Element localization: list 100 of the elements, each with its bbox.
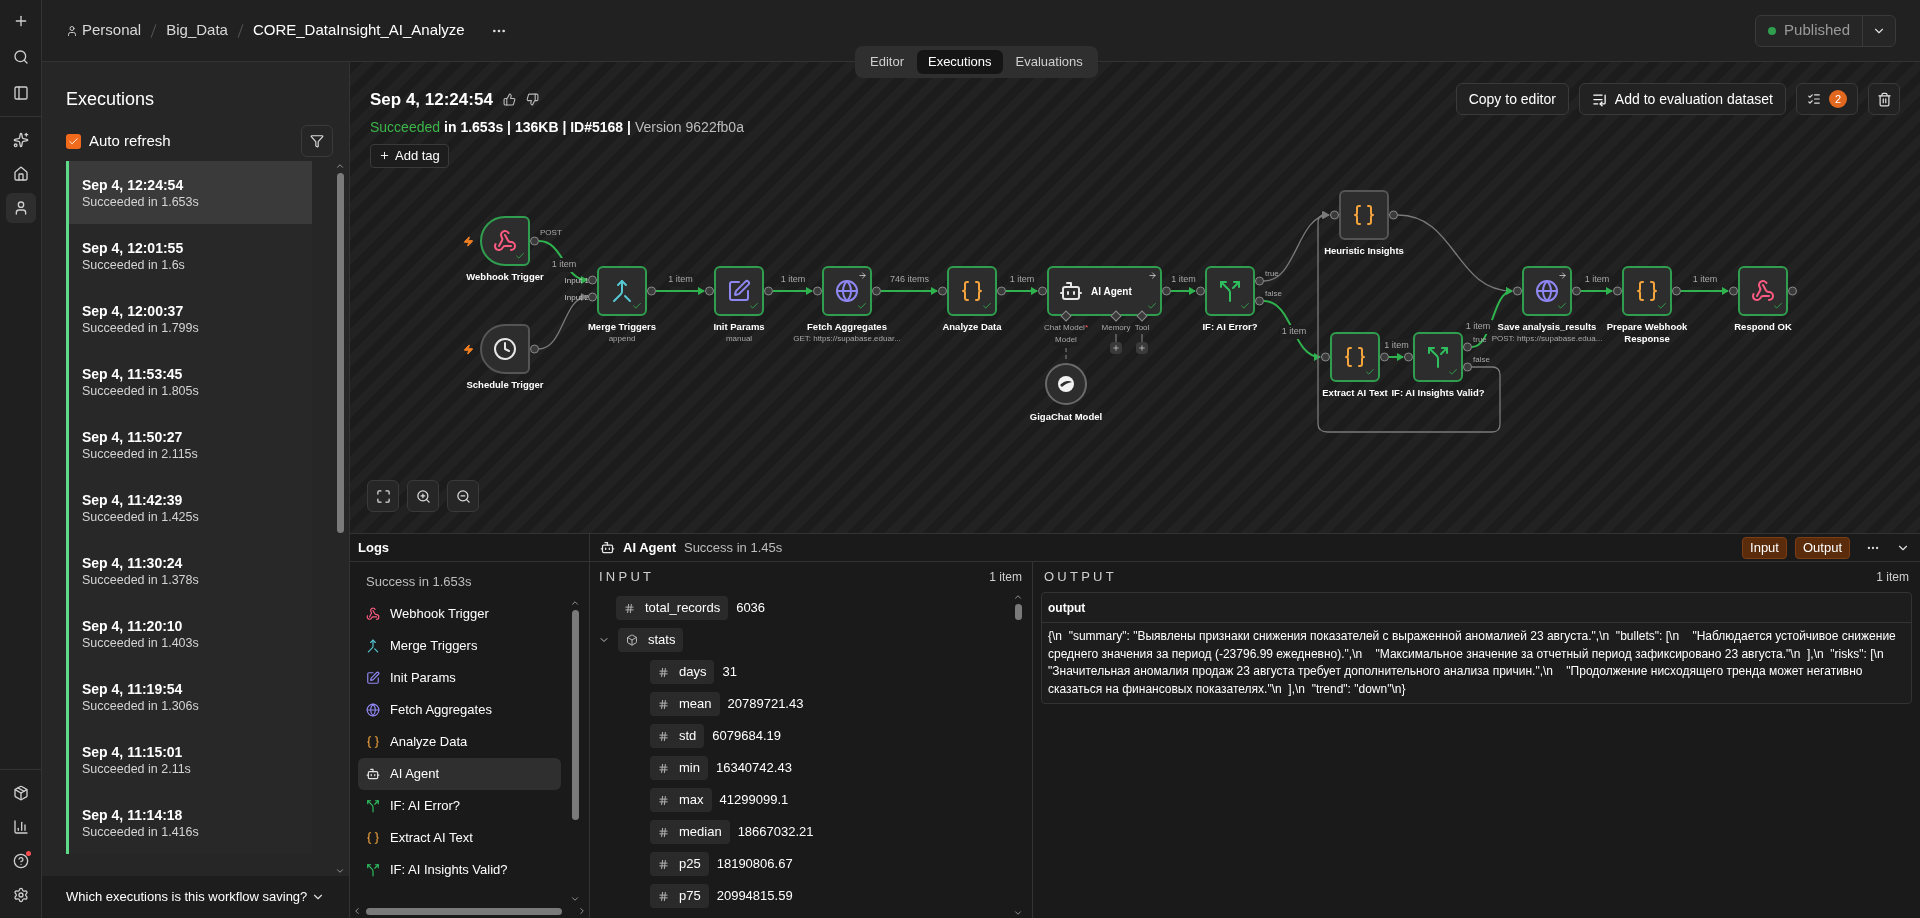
log-entry[interactable]: IF: AI Error? (358, 789, 561, 822)
log-entry[interactable]: Fetch Aggregates (358, 693, 561, 726)
execution-time: Sep 4, 11:30:24 (82, 553, 184, 572)
copy-to-editor-button[interactable]: Copy to editor (1455, 83, 1569, 115)
view-tab[interactable]: Editor (859, 50, 915, 74)
view-tab[interactable]: Executions (916, 50, 1003, 74)
clock-icon (493, 337, 517, 361)
check-icon (749, 301, 759, 311)
port-label: Tool (1134, 322, 1150, 334)
scrollbar-thumb[interactable] (571, 609, 579, 820)
breadcrumb-link[interactable]: Personal (82, 19, 142, 42)
execution-status: Succeeded in 1.425s (82, 508, 200, 525)
log-entry[interactable]: AI Agent (358, 757, 561, 790)
execution-meta: in 1.653s | 136KB | ID#5168 | (444, 117, 631, 137)
port-handle[interactable] (1110, 310, 1122, 322)
arrow-icon (858, 271, 867, 280)
scrollbar-thumb[interactable] (1014, 604, 1022, 620)
pane-title: OUTPUT (1044, 568, 1117, 587)
workflow-node[interactable] (1339, 190, 1389, 240)
node-label: Schedule Trigger (466, 379, 544, 391)
edge-label: 1 item (778, 273, 808, 287)
workflow-node[interactable] (597, 266, 647, 316)
trigger-node[interactable] (480, 216, 530, 266)
thumbs-up-icon[interactable] (502, 93, 516, 107)
workflow-node[interactable] (714, 266, 764, 316)
filter-button[interactable] (301, 125, 333, 157)
published-button[interactable]: Published (1756, 15, 1862, 46)
node-label: GigaChat Model (1029, 410, 1103, 424)
node-label: Extract AI Text (1322, 387, 1388, 399)
scroll-down-icon[interactable] (1013, 908, 1023, 918)
workflow-node[interactable] (1205, 266, 1255, 316)
log-entry[interactable]: Webhook Trigger (358, 597, 561, 630)
add-tag-button[interactable]: Add tag (370, 143, 449, 168)
execution-time: Sep 4, 11:20:10 (82, 616, 184, 635)
output-toggle-button[interactable]: Output (1794, 536, 1850, 559)
input-toggle-button[interactable]: Input (1742, 536, 1787, 559)
log-entry[interactable]: Extract AI Text (358, 821, 561, 854)
log-entry[interactable]: Analyze Data (358, 725, 561, 758)
personal-button[interactable] (5, 193, 36, 223)
cube-icon (626, 634, 638, 646)
field-key: std (679, 726, 697, 746)
breadcrumb-link[interactable]: CORE_DataInsight_AI_Analyze (252, 19, 465, 42)
scroll-down-icon[interactable] (335, 866, 345, 876)
scroll-up-icon[interactable] (335, 161, 345, 171)
field-value: 41299099.1 (719, 791, 789, 810)
add-subnode-button[interactable] (1136, 342, 1148, 354)
edge-label: 1 item (1382, 339, 1411, 353)
log-entry[interactable]: Init Params (358, 661, 561, 694)
plus-icon (1138, 344, 1146, 352)
workflow-node[interactable] (1413, 332, 1463, 382)
workflow-node[interactable] (1738, 266, 1788, 316)
panel-title: Logs (358, 538, 390, 557)
bolt-icon (463, 236, 474, 247)
add-subnode-button[interactable] (1110, 342, 1122, 354)
scroll-right-icon[interactable] (577, 906, 587, 916)
log-entry[interactable]: Merge Triggers (358, 629, 561, 662)
workflow-node[interactable] (947, 266, 997, 316)
thumbs-down-icon[interactable] (525, 93, 539, 107)
model-node[interactable] (1045, 363, 1087, 405)
zoom-in-button[interactable] (407, 480, 439, 512)
view-tab[interactable]: Evaluations (1004, 50, 1094, 74)
node-label: IF: AI Insights Valid? (1391, 387, 1485, 399)
port-handle[interactable] (1060, 310, 1072, 322)
edge-label: 1 item (1582, 273, 1612, 287)
zoom-out-button[interactable] (447, 480, 479, 512)
field-key: max (679, 790, 704, 810)
edge-label: 1 item (666, 273, 695, 287)
workflow-node[interactable] (1622, 266, 1672, 316)
breadcrumb-link[interactable]: Big_Data (166, 19, 228, 42)
globe-icon (835, 279, 859, 303)
execution-time: Sep 4, 11:14:18 (82, 805, 184, 824)
scroll-down-icon[interactable] (570, 894, 580, 904)
scrollbar-thumb[interactable] (366, 907, 562, 915)
field-key: min (679, 758, 700, 778)
workflow-node[interactable] (1330, 332, 1380, 382)
delete-button[interactable] (1868, 83, 1900, 115)
scrollbar-thumb[interactable] (336, 173, 344, 533)
auto-refresh-checkbox[interactable] (66, 133, 81, 149)
execution-time: Sep 4, 11:53:45 (82, 364, 184, 383)
log-entry-label: AI Agent (390, 764, 440, 783)
saving-info-dropdown[interactable]: Which executions is this workflow saving? (42, 876, 349, 918)
execution-item[interactable]: Sep 4, 12:24:54 Succeeded in 1.653s (66, 161, 312, 224)
braces-icon (960, 279, 984, 303)
workflow-node[interactable] (822, 266, 872, 316)
execution-status: Succeeded in 1.378s (82, 571, 200, 588)
fit-view-button[interactable] (367, 480, 399, 512)
execution-status: Succeeded in 1.653s (82, 193, 200, 210)
field-value: 20994815.59 (716, 887, 793, 906)
workflow-node[interactable] (1522, 266, 1572, 316)
trigger-node[interactable] (480, 324, 530, 374)
add-to-dataset-button[interactable]: Add to evaluation dataset (1578, 83, 1786, 115)
scroll-up-icon[interactable] (1013, 592, 1023, 602)
user-icon (66, 24, 78, 37)
scroll-left-icon[interactable] (352, 906, 362, 916)
workflow-node[interactable]: AI Agent (1047, 266, 1162, 316)
port-handle[interactable] (1136, 310, 1148, 322)
pane-title: INPUT (599, 568, 655, 587)
log-entry[interactable]: IF: AI Insights Valid? (358, 853, 561, 886)
edge-label: 746 items (888, 273, 931, 287)
webhook-icon (493, 229, 517, 253)
